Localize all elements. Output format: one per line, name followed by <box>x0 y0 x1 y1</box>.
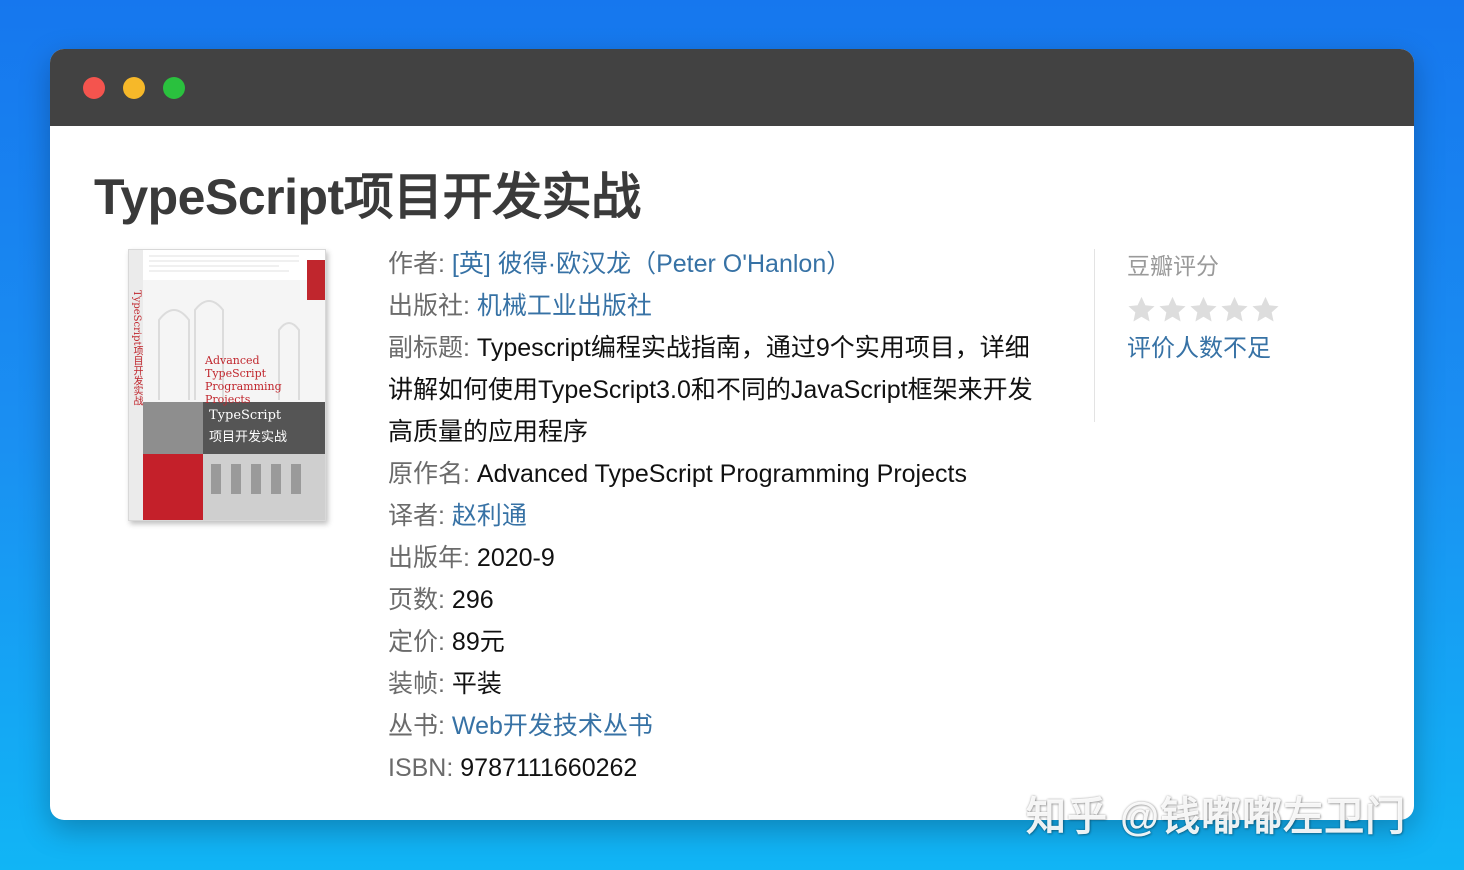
zhihu-watermark: 知乎 @钱嘟嘟左卫门 <box>1026 795 1407 839</box>
cover-subtitle: Advanced TypeScript Programming Projects <box>205 354 282 406</box>
info-label: 定价 <box>388 628 439 656</box>
book-cover-image[interactable]: TypeScript项目开发实战 Advanced TypeScript Pro… <box>128 249 326 521</box>
cover-red-tag <box>307 260 325 300</box>
info-label: 副标题 <box>388 334 464 362</box>
rating-insufficient-link[interactable]: 评价人数不足 <box>1127 328 1327 363</box>
star-empty-icon <box>1221 296 1248 322</box>
window-titlebar <box>50 49 1414 126</box>
info-label: 出版社 <box>388 292 464 320</box>
info-publisher: 出版社: 机械工业出版社 <box>388 292 652 320</box>
info-label: 丛书 <box>388 712 439 740</box>
isbn-value: 9787111660262 <box>460 754 638 782</box>
info-series: 丛书: Web开发技术丛书 <box>388 712 653 740</box>
author-link[interactable]: [英] 彼得·欧汉龙（Peter O'Hanlon） <box>452 250 851 278</box>
series-link[interactable]: Web开发技术丛书 <box>452 712 653 740</box>
cover-title-en: TypeScript <box>209 408 282 423</box>
info-label: 页数 <box>388 586 439 614</box>
star-empty-icon <box>1159 296 1186 322</box>
translator-link[interactable]: 赵利通 <box>452 502 527 530</box>
info-subtitle: 副标题: Typescript编程实战指南，通过9个实用项目，详细讲解如何使用T… <box>388 334 1033 446</box>
info-label: 作者 <box>388 250 439 278</box>
minimize-window-button[interactable] <box>123 77 145 99</box>
zoom-window-button[interactable] <box>163 77 185 99</box>
info-price: 定价: 89元 <box>388 628 505 656</box>
info-publish-year: 出版年: 2020-9 <box>388 544 555 572</box>
info-author: 作者: [英] 彼得·欧汉龙（Peter O'Hanlon） <box>388 250 852 278</box>
binding-value: 平装 <box>451 670 502 698</box>
pages-value: 296 <box>451 586 494 614</box>
star-empty-icon <box>1128 296 1155 322</box>
info-label: 出版年 <box>388 544 464 572</box>
star-empty-icon <box>1190 296 1217 322</box>
info-pages: 页数: 296 <box>388 586 494 614</box>
info-label: 译者 <box>388 502 439 530</box>
info-label: 装帧 <box>388 670 439 698</box>
douban-rating-panel: 豆瓣评分 评价人数不足 <box>1094 249 1327 422</box>
original-title-value: Advanced TypeScript Programming Projects <box>476 460 967 488</box>
info-isbn: ISBN: 9787111660262 <box>388 754 638 782</box>
star-empty-icon <box>1252 296 1279 322</box>
book-info-list: 作者: [英] 彼得·欧汉龙（Peter O'Hanlon） 出版社: 机械工业… <box>388 243 1048 789</box>
info-original-title: 原作名: Advanced TypeScript Programming Pro… <box>388 460 967 488</box>
cover-title-cn: 项目开发实战 <box>209 430 288 445</box>
rating-title: 豆瓣评分 <box>1127 253 1219 279</box>
price-value: 89元 <box>451 628 505 656</box>
book-title: TypeScript项目开发实战 <box>94 169 641 225</box>
info-binding: 装帧: 平装 <box>388 670 502 698</box>
publisher-link[interactable]: 机械工业出版社 <box>477 292 652 320</box>
info-translator: 译者: 赵利通 <box>388 502 527 530</box>
info-label: ISBN <box>388 754 447 782</box>
browser-window: TypeScript 项目开发实战 TypeScript项目开发实战 Advanc… <box>50 49 1414 820</box>
info-label: 原作名 <box>388 460 464 488</box>
rating-stars <box>1127 295 1327 324</box>
close-window-button[interactable] <box>83 77 105 99</box>
subtitle-value: Typescript编程实战指南，通过9个实用项目，详细讲解如何使用TypeSc… <box>388 334 1033 446</box>
cover-spine-text: TypeScript项目开发实战 <box>131 290 142 406</box>
publish-year-value: 2020-9 <box>476 544 555 572</box>
